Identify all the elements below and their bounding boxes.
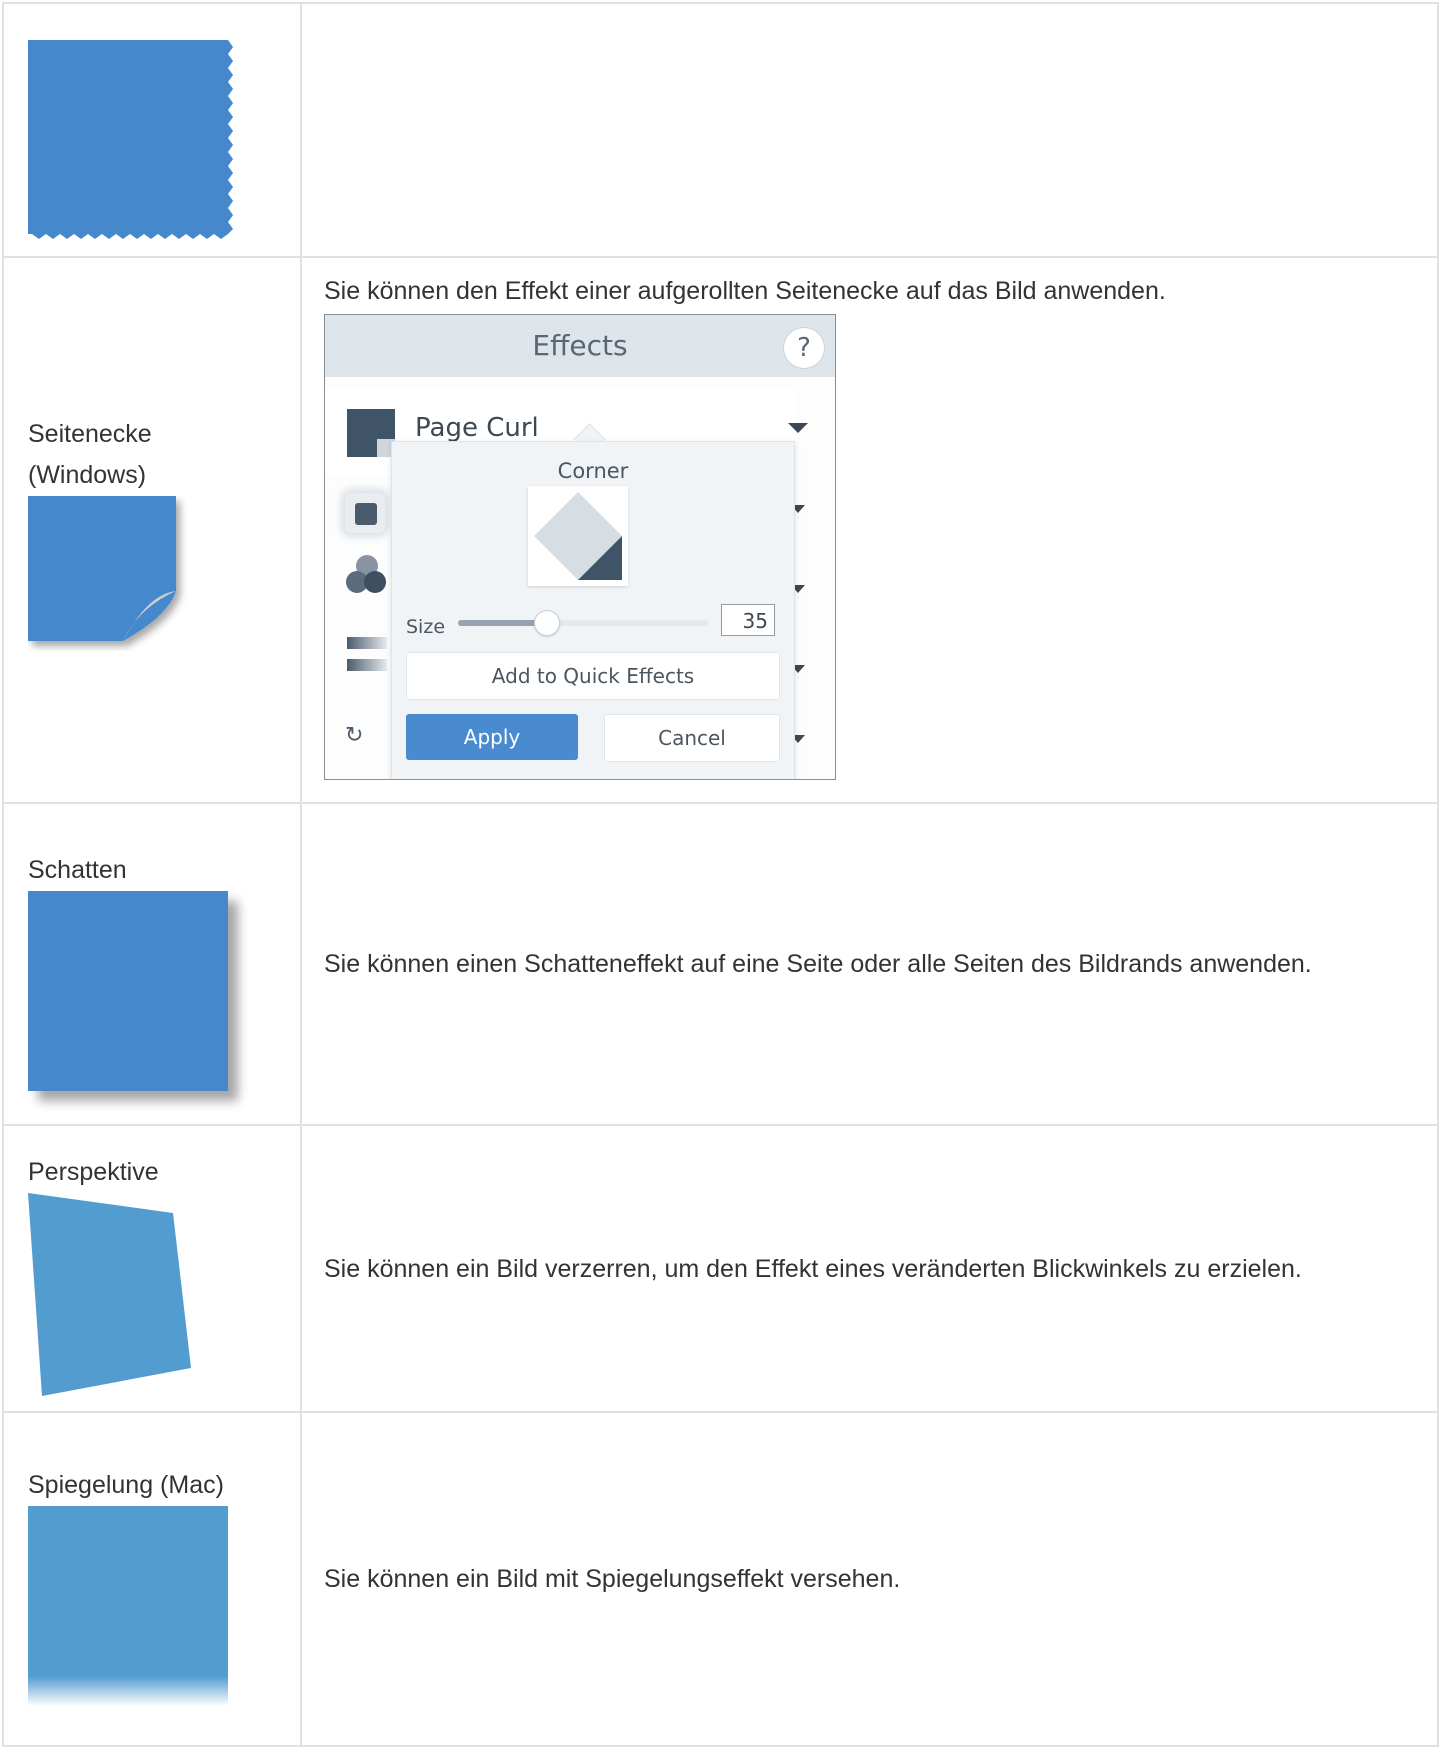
dialog-header: Effects ? bbox=[325, 315, 835, 377]
cancel-button[interactable]: Cancel bbox=[604, 714, 780, 762]
effect-sample-cell: Perspektive bbox=[2, 1124, 302, 1413]
effect-sample-cell: Seitenecke (Windows) bbox=[2, 256, 302, 804]
effect-description-cell: Sie können ein Bild verzerren, um den Ef… bbox=[300, 1124, 1439, 1413]
dialog-title: Effects bbox=[532, 329, 628, 362]
effect-description: Sie können ein Bild verzerren, um den Ef… bbox=[324, 1254, 1302, 1283]
effect-name: Spiegelung (Mac) bbox=[28, 1470, 224, 1499]
effect-description-cell bbox=[300, 2, 1439, 258]
rotate-icon: ↻ bbox=[345, 723, 364, 748]
table-row: Spiegelung (Mac) Sie können ein Bild mit… bbox=[2, 1411, 1439, 1747]
border-effect-icon bbox=[345, 493, 385, 533]
table-row bbox=[2, 2, 1439, 258]
table-row: Seitenecke (Windows) Sie können den Effe… bbox=[2, 256, 1439, 804]
torn-edge-sample bbox=[28, 39, 234, 240]
help-button[interactable]: ? bbox=[783, 327, 825, 369]
effect-sample-cell: Schatten bbox=[2, 802, 302, 1126]
slider-thumb[interactable] bbox=[534, 610, 560, 636]
effect-description-cell: Sie können einen Schatteneffekt auf eine… bbox=[300, 802, 1439, 1126]
effect-description: Sie können einen Schatteneffekt auf eine… bbox=[324, 950, 1312, 978]
effects-table: Seitenecke (Windows) Sie können den Effe… bbox=[2, 2, 1439, 1747]
corner-title: Corner bbox=[557, 459, 629, 483]
gradient-effect-icon bbox=[345, 635, 389, 684]
effect-sample-cell: Spiegelung (Mac) bbox=[2, 1411, 302, 1747]
effect-name: Perspektive bbox=[28, 1157, 159, 1186]
chevron-down-icon[interactable] bbox=[788, 423, 808, 433]
size-slider[interactable] bbox=[458, 610, 708, 636]
page-curl-popover: Corner Size 35 Add to Quick Effects Appl… bbox=[391, 441, 795, 779]
page-curl-icon bbox=[347, 409, 395, 457]
effect-description-cell: Sie können ein Bild mit Spiegelungseffek… bbox=[300, 1411, 1439, 1747]
slider-fill bbox=[458, 620, 546, 626]
effect-description: Sie können den Effekt einer aufgerollten… bbox=[324, 277, 1166, 305]
table-row: Schatten Sie können einen Schatteneffekt… bbox=[2, 802, 1439, 1126]
size-input[interactable]: 35 bbox=[721, 604, 775, 636]
effect-description-cell: Sie können den Effekt einer aufgerollten… bbox=[300, 256, 1439, 804]
effects-dialog-screenshot: Effects ? Page Curl ↻ Corner Size 35 Add… bbox=[324, 314, 836, 780]
apply-button[interactable]: Apply bbox=[406, 714, 578, 760]
page-curl-sample bbox=[28, 496, 188, 646]
effect-name: Seitenecke (Windows) bbox=[28, 420, 152, 489]
perspective-sample bbox=[28, 1192, 208, 1398]
color-effects-icon bbox=[345, 553, 389, 608]
corner-picker[interactable] bbox=[528, 486, 628, 586]
add-to-quick-effects-button[interactable]: Add to Quick Effects bbox=[406, 652, 780, 700]
effect-select-label: Page Curl bbox=[415, 413, 539, 443]
effect-sample-cell bbox=[2, 2, 302, 258]
table-row: Perspektive Sie können ein Bild verzerre… bbox=[2, 1124, 1439, 1413]
reflection-sample bbox=[28, 1505, 228, 1706]
effect-name: Schatten bbox=[28, 855, 127, 884]
size-label: Size bbox=[406, 616, 446, 638]
shadow-sample bbox=[28, 890, 228, 1091]
effect-description: Sie können ein Bild mit Spiegelungseffek… bbox=[324, 1565, 901, 1593]
